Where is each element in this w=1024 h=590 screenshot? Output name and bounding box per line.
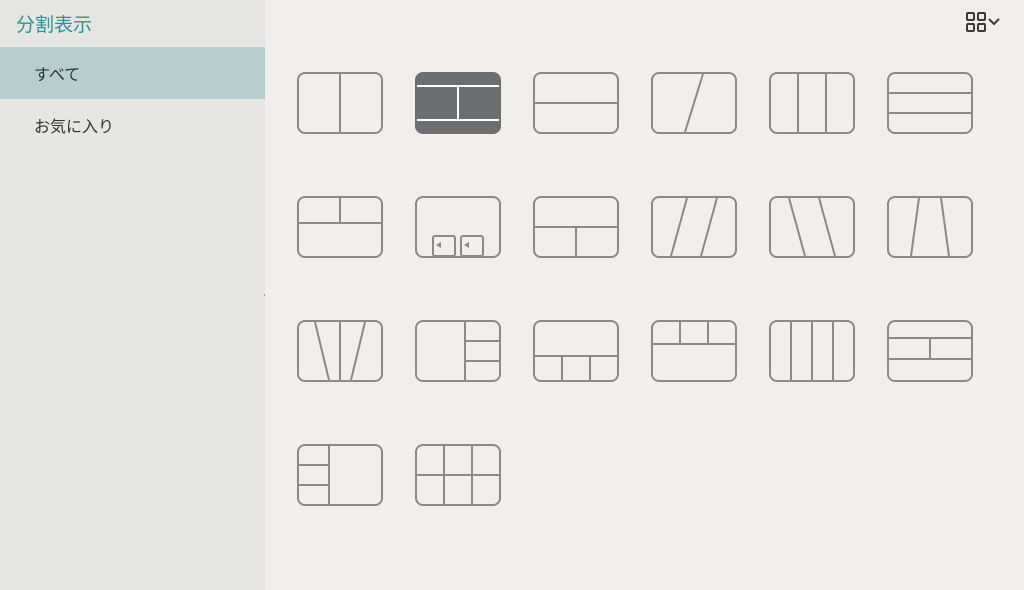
layout-grid-2x3-6[interactable]	[415, 444, 501, 506]
layout-columns-3[interactable]	[769, 72, 855, 134]
layout-left-stack-3[interactable]	[297, 444, 383, 506]
layout-split-diagonal-2[interactable]	[651, 72, 737, 134]
grid-view-icon	[966, 12, 986, 32]
layout-double-diagonal-3b[interactable]	[769, 196, 855, 258]
layout-w-columns-3[interactable]	[297, 320, 383, 382]
sidebar: 分割表示 すべて お気に入り	[0, 0, 265, 590]
layout-top-right-bottom-3[interactable]	[297, 196, 383, 258]
layout-right-stack-3[interactable]	[415, 320, 501, 382]
layout-bottom-row-4[interactable]	[533, 320, 619, 382]
layout-t-3[interactable]	[533, 196, 619, 258]
layout-split-vertical-2[interactable]	[297, 72, 383, 134]
main-panel	[265, 0, 1024, 590]
sidebar-item-all[interactable]: すべて	[0, 47, 265, 99]
sidebar-item-favorites[interactable]: お気に入り	[0, 99, 265, 151]
layout-split-vertical-2-letterbox[interactable]	[415, 72, 501, 134]
layout-pip-bottom-2[interactable]	[415, 196, 501, 258]
layout-center-diagonal-3[interactable]	[887, 196, 973, 258]
layout-top-row-4[interactable]	[651, 320, 737, 382]
sidebar-title: 分割表示	[0, 0, 265, 47]
sidebar-item-label: すべて	[34, 67, 80, 84]
sidebar-item-label: お気に入り	[34, 119, 114, 136]
layout-double-diagonal-3a[interactable]	[651, 196, 737, 258]
layout-grid	[297, 72, 973, 506]
layout-columns-4[interactable]	[769, 320, 855, 382]
layout-split-horizontal-2[interactable]	[533, 72, 619, 134]
layout-header-rows-4[interactable]	[887, 320, 973, 382]
layout-rows-3[interactable]	[887, 72, 973, 134]
view-mode-toggle[interactable]	[966, 12, 1000, 32]
chevron-down-icon	[988, 18, 1000, 26]
